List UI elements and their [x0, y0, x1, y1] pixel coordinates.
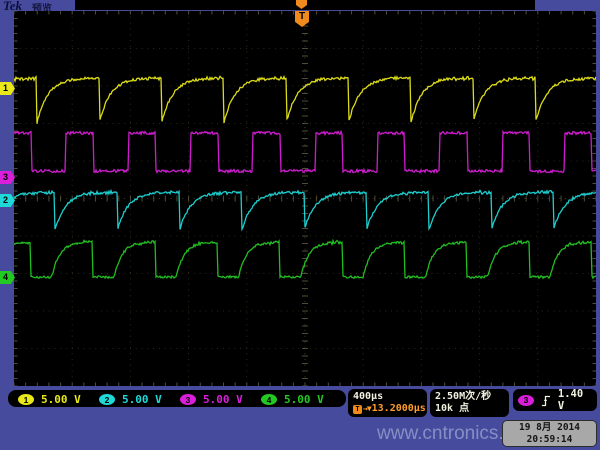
rising-edge-icon — [541, 394, 551, 407]
date-value: 19 8月 2014 — [503, 422, 596, 434]
trigger-source-badge: 3 — [518, 395, 534, 406]
channel1-scale: 5.00 V — [41, 393, 81, 406]
graticule — [14, 11, 596, 386]
delay-arrows-icon: →▼ — [363, 403, 371, 415]
channel4-ground-marker: 4 — [0, 271, 15, 284]
timebase-delay-value: 13.2000μs — [372, 403, 426, 415]
timebase-delay-row: T→▼13.2000μs — [353, 403, 422, 415]
trigger-readout: 3 1.40 V — [513, 389, 597, 411]
sample-rate: 2.50M次/秒 — [435, 391, 504, 403]
channel1-readout: 1 5.00 V — [18, 393, 81, 406]
datetime-box: 19 8月 2014 20:59:14 — [502, 420, 597, 447]
channel2-readout: 2 5.00 V — [99, 393, 162, 406]
timebase-readout: 400μs T→▼13.2000μs — [348, 389, 427, 417]
trigger-level: 1.40 V — [558, 388, 592, 412]
channel2-badge: 2 — [99, 394, 115, 405]
trigger-badge-icon: T — [353, 405, 362, 414]
channel3-scale: 5.00 V — [203, 393, 243, 406]
trigger-position-marker-icon — [296, 0, 307, 9]
waveform-display — [14, 11, 596, 386]
channel4-readout: 4 5.00 V — [261, 393, 324, 406]
channel3-ground-marker: 3 — [0, 171, 15, 184]
channel4-badge: 4 — [261, 394, 277, 405]
time-value: 20:59:14 — [503, 434, 596, 446]
channel1-badge: 1 — [18, 394, 34, 405]
channel1-ground-marker: 1 — [0, 82, 15, 95]
channel3-badge: 3 — [180, 394, 196, 405]
timebase-scale: 400μs — [353, 391, 422, 403]
channel-readout-bar: 1 5.00 V 2 5.00 V 3 5.00 V 4 5.00 V — [8, 390, 346, 407]
channel3-readout: 3 5.00 V — [180, 393, 243, 406]
channel4-scale: 5.00 V — [284, 393, 324, 406]
record-length: 10k 点 — [435, 403, 504, 415]
acquisition-readout: 2.50M次/秒 10k 点 — [430, 389, 509, 417]
channel2-ground-marker: 2 — [0, 194, 15, 207]
channel2-scale: 5.00 V — [122, 393, 162, 406]
horizontal-position-bar — [75, 0, 535, 10]
